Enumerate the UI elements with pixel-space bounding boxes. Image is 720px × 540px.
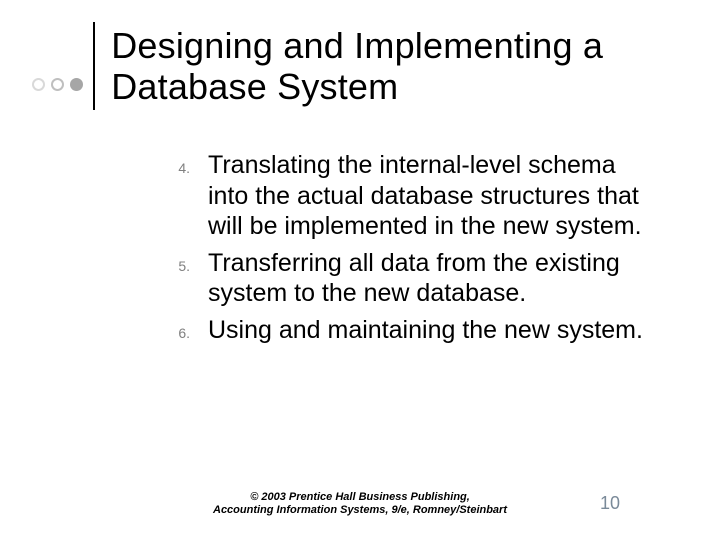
list-number: 6. (150, 315, 208, 346)
circle-icon (32, 78, 45, 91)
list-number: 4. (150, 150, 208, 242)
slide-title: Designing and Implementing a Database Sy… (111, 25, 690, 108)
list-item: 5. Transferring all data from the existi… (150, 248, 660, 309)
title-row: Designing and Implementing a Database Sy… (32, 22, 690, 110)
circle-icon (70, 78, 83, 91)
slide: Designing and Implementing a Database Sy… (0, 0, 720, 540)
vertical-rule (93, 22, 95, 110)
footer-line-2: Accounting Information Systems, 9/e, Rom… (213, 504, 507, 516)
list-item: 4. Translating the internal-level schema… (150, 150, 660, 242)
list-number: 5. (150, 248, 208, 309)
title-bullets-decoration (32, 78, 83, 91)
footer-line-1: © 2003 Prentice Hall Business Publishing… (250, 491, 470, 503)
footer-text: © 2003 Prentice Hall Business Publishing… (213, 491, 507, 519)
list-item: 6. Using and maintaining the new system. (150, 315, 660, 346)
list-text: Transferring all data from the existing … (208, 248, 660, 309)
list-text: Translating the internal-level schema in… (208, 150, 660, 242)
page-number: 10 (600, 493, 620, 514)
circle-icon (51, 78, 64, 91)
body-list: 4. Translating the internal-level schema… (150, 150, 660, 351)
list-text: Using and maintaining the new system. (208, 315, 660, 346)
